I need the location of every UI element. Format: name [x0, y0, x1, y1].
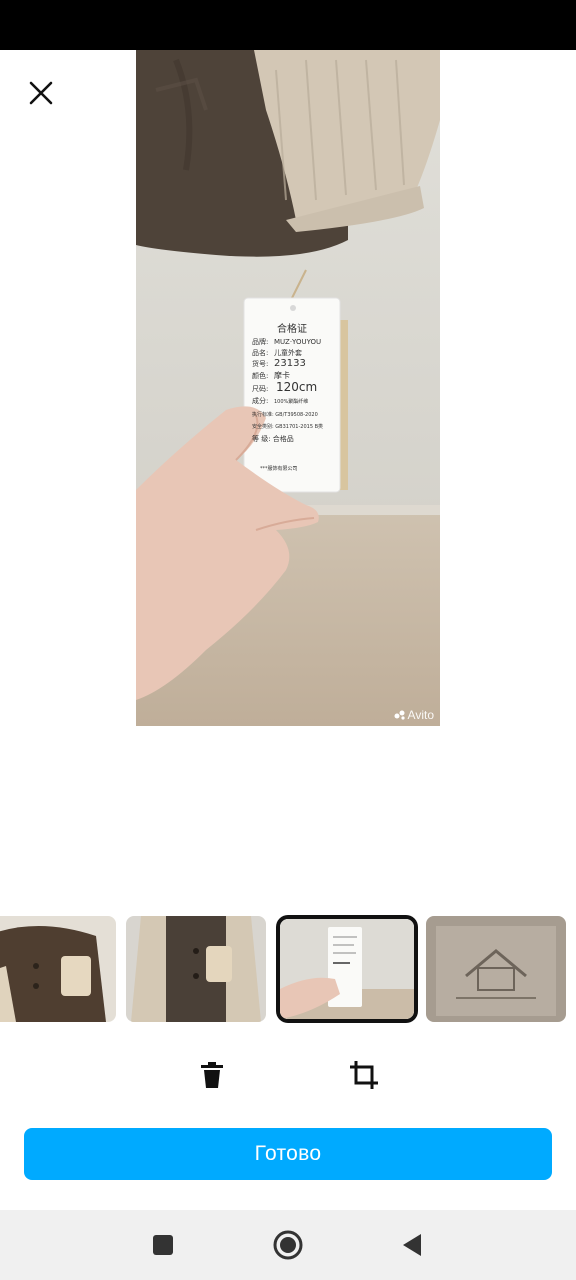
- tag-article-value: 23133: [274, 358, 306, 369]
- close-button[interactable]: [18, 70, 64, 116]
- square-icon: [153, 1235, 173, 1255]
- thumbnail-1[interactable]: [0, 916, 116, 1022]
- tag-title: 合格证: [277, 322, 307, 335]
- tag-standard: 执行标准: GB/T39508-2020: [252, 411, 318, 418]
- close-icon: [29, 81, 53, 105]
- tag-grade: 等 级: 合格品: [252, 434, 294, 443]
- thumbnail-2[interactable]: [126, 916, 266, 1022]
- tag-product-label: 品名:: [252, 348, 268, 357]
- tag-size-value: 120cm: [276, 380, 317, 394]
- tag-product-value: 儿童外套: [274, 348, 302, 357]
- crop-icon: [350, 1061, 378, 1089]
- edit-toolbar: [0, 1050, 576, 1100]
- trash-icon: [201, 1062, 223, 1088]
- tag-safety: 安全类别: GB31701-2015 B类: [252, 423, 323, 430]
- triangle-back-icon: [403, 1234, 421, 1256]
- nav-home-button[interactable]: [270, 1227, 306, 1263]
- tag-article-label: 货号:: [252, 359, 268, 368]
- thumbnail-strip: [0, 916, 576, 1024]
- tag-size-label: 尺码:: [252, 385, 268, 393]
- nav-back-button[interactable]: [394, 1227, 430, 1263]
- system-nav-bar: [0, 1210, 576, 1280]
- delete-button[interactable]: [187, 1050, 237, 1100]
- circle-icon: [273, 1230, 303, 1260]
- thumbnail-4[interactable]: [426, 916, 566, 1022]
- tag-material-label: 成分:: [252, 396, 268, 405]
- main-photo: 合格证 品牌: MUZ·YOUYOU 品名: 儿童外套 货号: 23133 颜色…: [136, 50, 440, 726]
- done-button[interactable]: Готово: [24, 1128, 552, 1180]
- tag-brand-value: MUZ·YOUYOU: [274, 338, 321, 346]
- tag-color-label: 颜色:: [252, 371, 268, 380]
- avito-logo-icon: [394, 710, 405, 720]
- thumbnail-3[interactable]: [280, 919, 414, 1019]
- tag-company: ***服饰有限公司: [260, 465, 298, 472]
- tag-material-value: 100%聚酯纤维: [274, 398, 308, 405]
- status-bar: [0, 0, 576, 50]
- avito-watermark: Avito: [394, 708, 434, 722]
- nav-recent-button[interactable]: [145, 1227, 181, 1263]
- watermark-text: Avito: [407, 708, 434, 722]
- crop-button[interactable]: [339, 1050, 389, 1100]
- tag-brand-label: 品牌:: [252, 337, 268, 346]
- tag-color-value: 摩卡: [274, 370, 290, 380]
